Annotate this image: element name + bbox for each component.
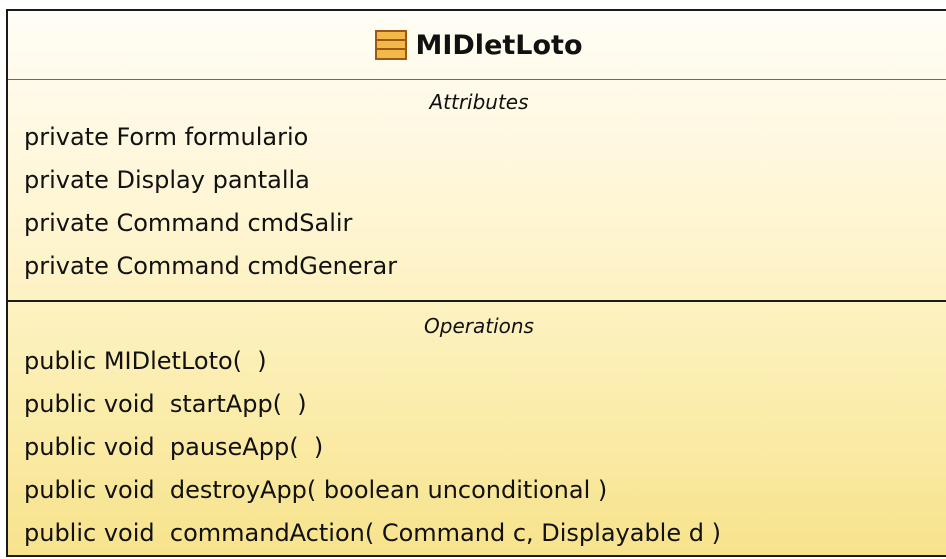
operation-item: public void pauseApp( ) [24,433,324,461]
attribute-item: private Display pantalla [24,166,310,194]
attribute-item: private Command cmdGenerar [24,252,398,280]
class-icon [375,30,408,60]
operation-item: public void commandAction( Command c, Di… [24,519,721,547]
operations-compartment: Operations public MIDletLoto( ) public v… [8,302,946,555]
operation-item: public void startApp( ) [24,390,307,418]
class-header: MIDletLoto [8,11,946,80]
attribute-item: private Form formulario [24,123,309,151]
operation-item: public void destroyApp( boolean uncondit… [24,476,608,504]
attributes-compartment: Attributes private Form formulario priva… [8,80,946,302]
operation-item: public MIDletLoto( ) [24,347,267,375]
operations-title: Operations [424,314,534,338]
uml-class-box[interactable]: MIDletLoto Attributes private Form formu… [6,9,946,557]
class-name: MIDletLoto [415,29,583,61]
attribute-item: private Command cmdSalir [24,209,353,237]
attributes-title: Attributes [429,90,529,114]
